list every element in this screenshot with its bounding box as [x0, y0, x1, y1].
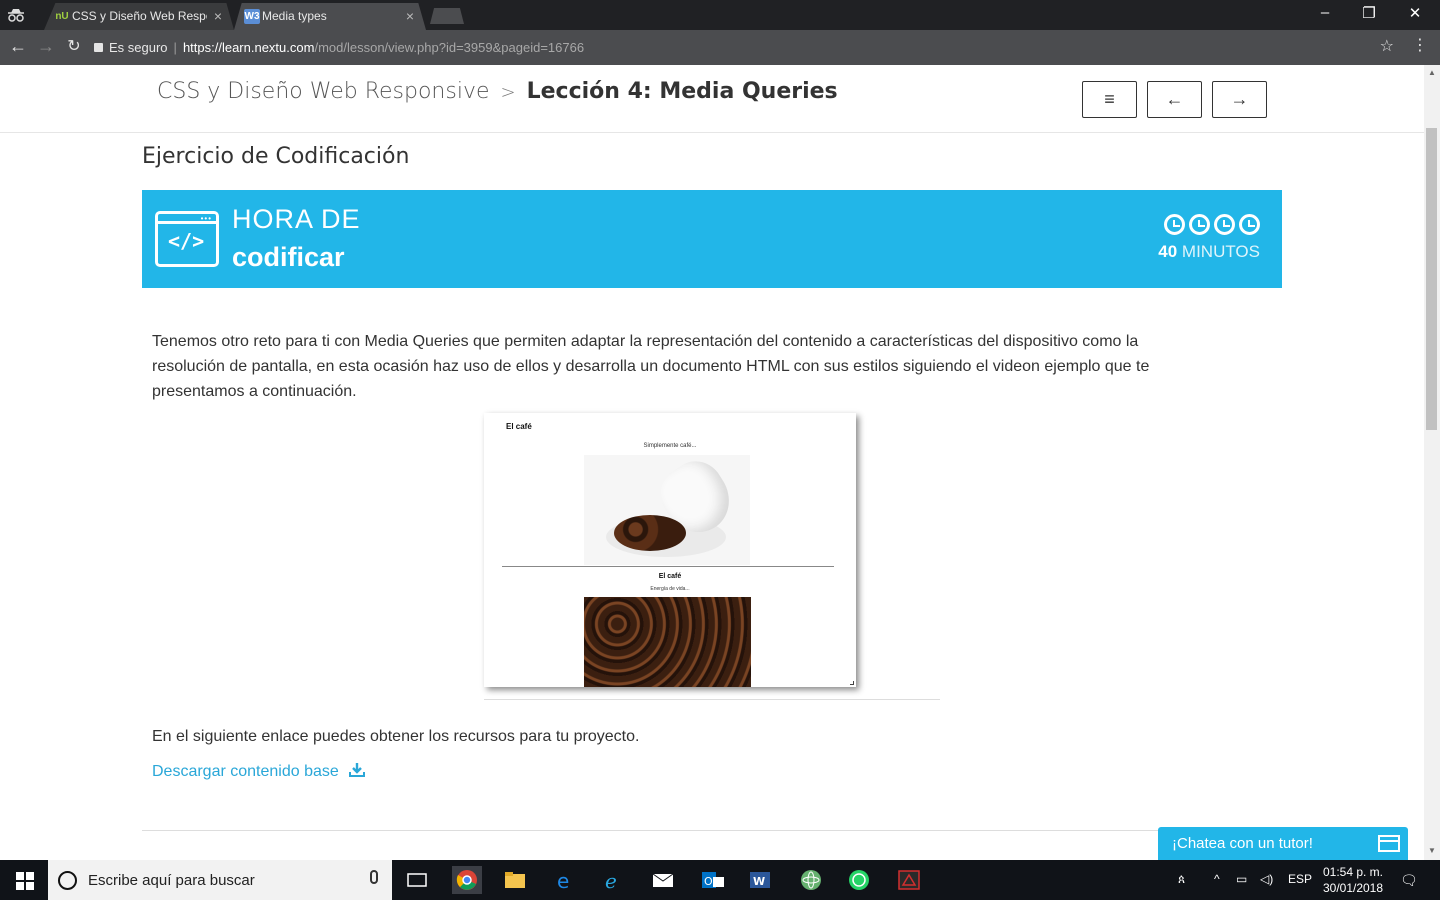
resources-text: En el siguiente enlace puedes obtener lo… — [152, 728, 640, 745]
breadcrumb-separator: > — [500, 82, 516, 103]
tab-course[interactable]: nU CSS y Diseño Web Respo × — [44, 3, 234, 30]
internet-explorer-icon[interactable]: e — [598, 866, 628, 894]
scroll-up-icon[interactable]: ▲ — [1428, 68, 1436, 77]
tray-expand-icon[interactable]: ^ — [1214, 872, 1220, 886]
task-view-icon[interactable] — [402, 866, 432, 894]
preview-divider — [502, 566, 834, 567]
preview-underline — [484, 699, 940, 700]
preview-subtitle: Simplemente café... — [643, 443, 697, 449]
clock-icon — [1239, 214, 1260, 235]
taskbar-clock[interactable]: 01:54 p. m. 30/01/2018 — [1318, 864, 1388, 896]
secure-label: Es seguro — [109, 40, 168, 55]
language-indicator[interactable]: ESP — [1288, 872, 1312, 886]
tab-label: CSS y Diseño Web Respo — [72, 9, 207, 23]
bookmark-star-icon[interactable]: ☆ — [1380, 36, 1394, 56]
clock-icon — [1189, 214, 1210, 235]
mail-icon[interactable] — [648, 866, 678, 894]
arrow-left-icon: ← — [1165, 89, 1184, 109]
hamburger-icon: ≡ — [1104, 89, 1115, 109]
lock-icon — [94, 43, 103, 52]
browser-toolbar: ← → ↻ Es seguro | https://learn.nextu.com/… — [0, 30, 1440, 65]
tab-close-icon[interactable]: × — [214, 3, 222, 29]
reload-icon[interactable]: ↻ — [62, 36, 86, 56]
duration: 40 MINUTOS — [1158, 242, 1260, 261]
coffee-beans-image — [584, 597, 751, 687]
nextu-favicon-icon: nU — [55, 11, 69, 22]
banner-line1: HORA DE — [232, 204, 361, 234]
breadcrumb-lesson: Lección 4: Media Queries — [526, 79, 838, 104]
clock-time: 01:54 p. m. — [1322, 865, 1384, 879]
code-window-icon: ••• </> — [155, 211, 219, 267]
cortana-icon — [58, 871, 77, 890]
windows-start-icon[interactable] — [16, 872, 34, 890]
windows-taskbar: Escribe aquí para buscar e e O W ጰ ^ ▭ ◁… — [0, 860, 1440, 900]
atom-icon[interactable] — [796, 866, 826, 894]
new-tab-button[interactable] — [430, 8, 464, 24]
address-bar[interactable]: Es seguro | https://learn.nextu.com/mod/le… — [94, 36, 1404, 60]
svg-text:W: W — [753, 875, 765, 888]
clock-icon — [1164, 214, 1185, 235]
tab-close-icon[interactable]: × — [406, 3, 414, 29]
tab-media-types[interactable]: W3 Media types × — [234, 3, 426, 30]
breadcrumb: CSS y Diseño Web Responsive > Lección 4:… — [157, 79, 838, 104]
search-placeholder: Escribe aquí para buscar — [88, 872, 255, 889]
url-path: /mod/lesson/view.php?id=3959&pageid=1676… — [314, 40, 585, 55]
minimize-icon[interactable]: – — [1310, 4, 1340, 21]
banner-line2: codificar — [232, 242, 345, 272]
close-window-icon[interactable]: ✕ — [1400, 4, 1430, 22]
coffee-cup-image — [584, 451, 750, 565]
w3schools-favicon-icon: W3 — [244, 9, 260, 24]
word-icon[interactable]: W — [746, 866, 776, 894]
resize-handle-icon — [850, 681, 854, 685]
svg-text:O: O — [704, 875, 713, 888]
chrome-icon[interactable] — [452, 866, 482, 894]
edge-icon[interactable]: e — [550, 866, 580, 894]
microphone-icon[interactable] — [370, 870, 378, 884]
volume-icon[interactable]: ◁) — [1260, 872, 1273, 886]
tab-label: Media types — [262, 9, 327, 23]
clock-icon — [1214, 214, 1235, 235]
people-icon[interactable]: ጰ — [1178, 872, 1185, 887]
forward-icon[interactable]: → — [34, 36, 58, 57]
menu-button[interactable]: ≡ — [1082, 81, 1137, 118]
scroll-down-icon[interactable]: ▼ — [1428, 846, 1436, 855]
network-icon[interactable]: ▭ — [1236, 872, 1247, 886]
preview-title: El café — [506, 422, 532, 431]
example-preview-image: El café Simplemente café... El café Ener… — [484, 413, 856, 687]
clocks — [1160, 214, 1260, 240]
lesson-header: CSS y Diseño Web Responsive > Lección 4:… — [0, 65, 1424, 133]
browser-menu-icon[interactable]: ⋮ — [1412, 35, 1428, 55]
chat-with-tutor-button[interactable]: ¡Chatea con un tutor! — [1158, 827, 1408, 860]
clock-date: 30/01/2018 — [1322, 881, 1384, 895]
arrow-right-icon: → — [1230, 89, 1249, 109]
taskbar-search-box[interactable]: Escribe aquí para buscar — [48, 860, 392, 900]
download-link[interactable]: Descargar contenido base — [152, 762, 366, 781]
content-divider — [142, 830, 1282, 831]
notifications-icon[interactable]: 🗨 — [1400, 872, 1418, 889]
whatsapp-icon[interactable] — [844, 866, 874, 894]
restore-icon[interactable]: ❐ — [1354, 4, 1384, 22]
outlook-icon[interactable]: O — [698, 866, 728, 894]
intro-paragraph: Tenemos otro reto para ti con Media Quer… — [152, 333, 1150, 400]
breadcrumb-course[interactable]: CSS y Diseño Web Responsive — [157, 79, 490, 104]
back-icon[interactable]: ← — [6, 36, 30, 57]
preview-subtitle-2: Energía de vida... — [650, 586, 690, 592]
preview-title-2: El café — [658, 573, 682, 580]
svg-text:e: e — [557, 869, 569, 893]
chat-window-icon — [1378, 835, 1400, 852]
incognito-icon — [8, 9, 24, 22]
acrobat-icon[interactable] — [894, 866, 924, 894]
page-title: Ejercicio de Codificación — [142, 144, 410, 169]
scrollbar-thumb[interactable] — [1426, 128, 1437, 430]
next-page-button[interactable]: → — [1212, 81, 1267, 118]
download-link-label[interactable]: Descargar contenido base — [152, 763, 339, 780]
coding-time-banner: ••• </> HORA DE codificar 40 MINUTOS — [142, 190, 1282, 288]
browser-tab-strip: nU CSS y Diseño Web Respo × W3 Media typ… — [0, 0, 1440, 30]
svg-text:e: e — [605, 869, 617, 893]
chat-label: ¡Chatea con un tutor! — [1172, 835, 1313, 852]
download-icon[interactable] — [349, 763, 366, 777]
previous-page-button[interactable]: ← — [1147, 81, 1202, 118]
url-host: https://learn.nextu.com — [182, 40, 315, 55]
file-explorer-icon[interactable] — [500, 866, 530, 894]
